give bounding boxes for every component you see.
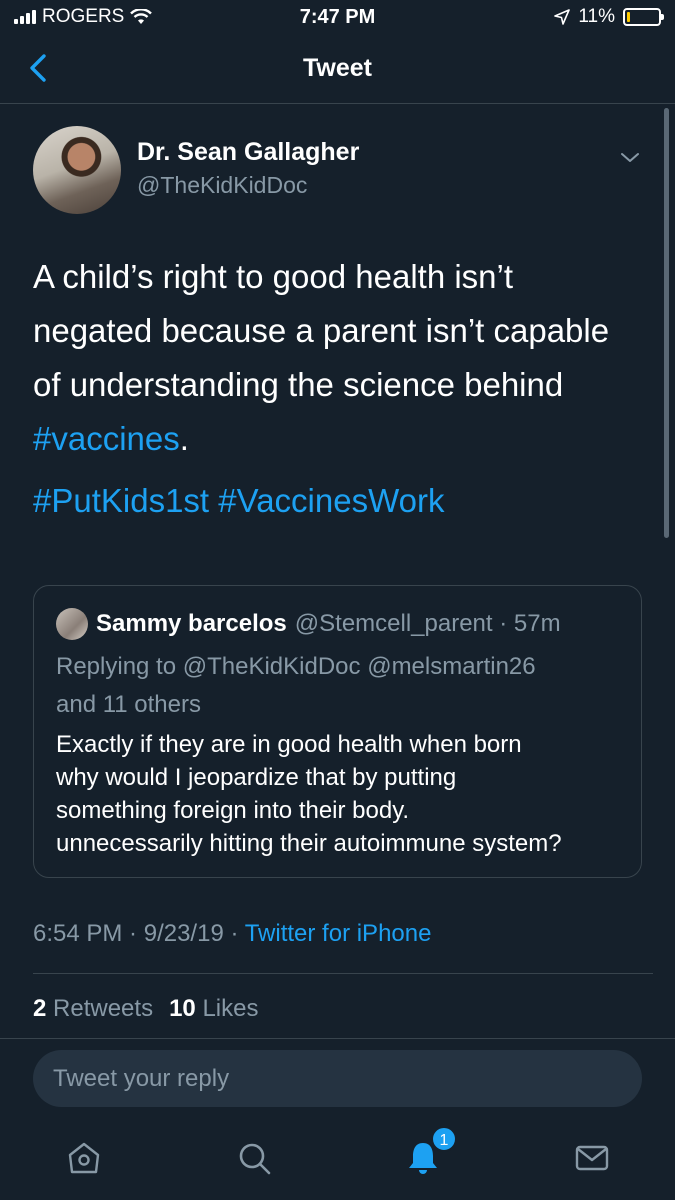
reply-prefix: Replying to <box>56 653 177 680</box>
retweets-count[interactable]: 2 Retweets <box>33 995 153 1023</box>
reply-mention: @TheKidKidDoc <box>182 653 361 680</box>
tab-bar: 1 <box>0 1120 675 1200</box>
quoted-text-line: Exactly if they are in good health when … <box>56 731 522 758</box>
divider <box>33 973 653 974</box>
status-right: 11% <box>554 6 664 28</box>
quoted-tweet-header: Sammy barcelos @Stemcell_parent · 57m <box>56 608 619 640</box>
battery-icon <box>623 8 664 26</box>
tweet-text: A child’s right to good health isn’t neg… <box>33 250 642 466</box>
quoted-text-line: why would I jeopardize that by putting <box>56 764 457 791</box>
tweet-time: 6:54 PM <box>33 920 123 947</box>
tweet-author: Dr. Sean Gallagher @TheKidKidDoc <box>33 126 642 216</box>
notifications-tab[interactable]: 1 <box>403 1126 457 1178</box>
tweet-source-link[interactable]: Twitter for iPhone <box>245 920 432 947</box>
reply-input[interactable]: Tweet your reply <box>33 1050 642 1107</box>
author-name[interactable]: Dr. Sean Gallagher <box>137 138 359 167</box>
notification-badge: 1 <box>431 1126 457 1152</box>
page-title: Tweet <box>303 54 372 82</box>
reply-mention: @melsmartin26 <box>367 653 536 680</box>
quoted-age: 57m <box>513 610 561 637</box>
tweet-date: 9/23/19 <box>143 920 224 947</box>
quoted-author-handle: @Stemcell_parent · 57m <box>294 610 561 637</box>
retweets-number: 2 <box>33 995 47 1022</box>
tweet-stats: 2 Retweets 10 Likes <box>33 995 258 1023</box>
nav-bar: Tweet <box>0 36 675 104</box>
quoted-tweet-text: Exactly if they are in good health when … <box>56 728 619 860</box>
battery-percent: 11% <box>578 6 615 27</box>
chevron-down-icon[interactable] <box>618 146 642 170</box>
tweet-text-line: of understanding the science behind <box>33 366 564 403</box>
mail-icon[interactable] <box>572 1138 612 1178</box>
avatar[interactable] <box>33 126 121 214</box>
quoted-handle-text: @Stemcell_parent <box>294 610 493 637</box>
tweet-text-line: A child’s right to good health isn’t <box>33 258 514 295</box>
quoted-author-name: Sammy barcelos <box>96 610 287 637</box>
author-handle[interactable]: @TheKidKidDoc <box>137 172 307 199</box>
hashtag-link[interactable]: #VaccinesWork <box>218 482 444 519</box>
location-arrow-icon <box>554 9 571 25</box>
hashtag-link[interactable]: #PutKids1st <box>33 482 209 519</box>
quoted-tweet[interactable]: Sammy barcelos @Stemcell_parent · 57m Re… <box>33 585 642 878</box>
likes-count[interactable]: 10 Likes <box>169 995 258 1023</box>
quoted-text-line: unnecessarily hitting their autoimmune s… <box>56 830 562 857</box>
divider <box>0 1038 675 1039</box>
likes-label: Likes <box>202 995 259 1022</box>
likes-number: 10 <box>169 995 196 1022</box>
battery-fill <box>627 12 631 22</box>
quoted-text-line: something foreign into their body. <box>56 797 410 824</box>
tweet-text-line: #vaccines. <box>33 412 642 466</box>
tweet-timestamp: 6:54 PM · 9/23/19 · Twitter for iPhone <box>33 920 432 947</box>
replying-to: Replying to @TheKidKidDoc @melsmartin26 … <box>56 648 619 724</box>
tweet-hashtags: #PutKids1st #VaccinesWork <box>33 476 642 526</box>
avatar <box>56 608 88 640</box>
retweets-label: Retweets <box>53 995 154 1022</box>
scroll-indicator <box>664 108 669 538</box>
home-icon[interactable] <box>64 1138 104 1178</box>
search-icon[interactable] <box>234 1138 274 1178</box>
hashtag-link[interactable]: #vaccines <box>33 420 180 457</box>
tweet-text-line: negated because a parent isn’t capable <box>33 312 610 349</box>
reply-others: and 11 others <box>56 691 201 718</box>
tweet-text-period: . <box>179 420 189 457</box>
status-bar: ROGERS 7:47 PM 11% <box>0 0 675 36</box>
